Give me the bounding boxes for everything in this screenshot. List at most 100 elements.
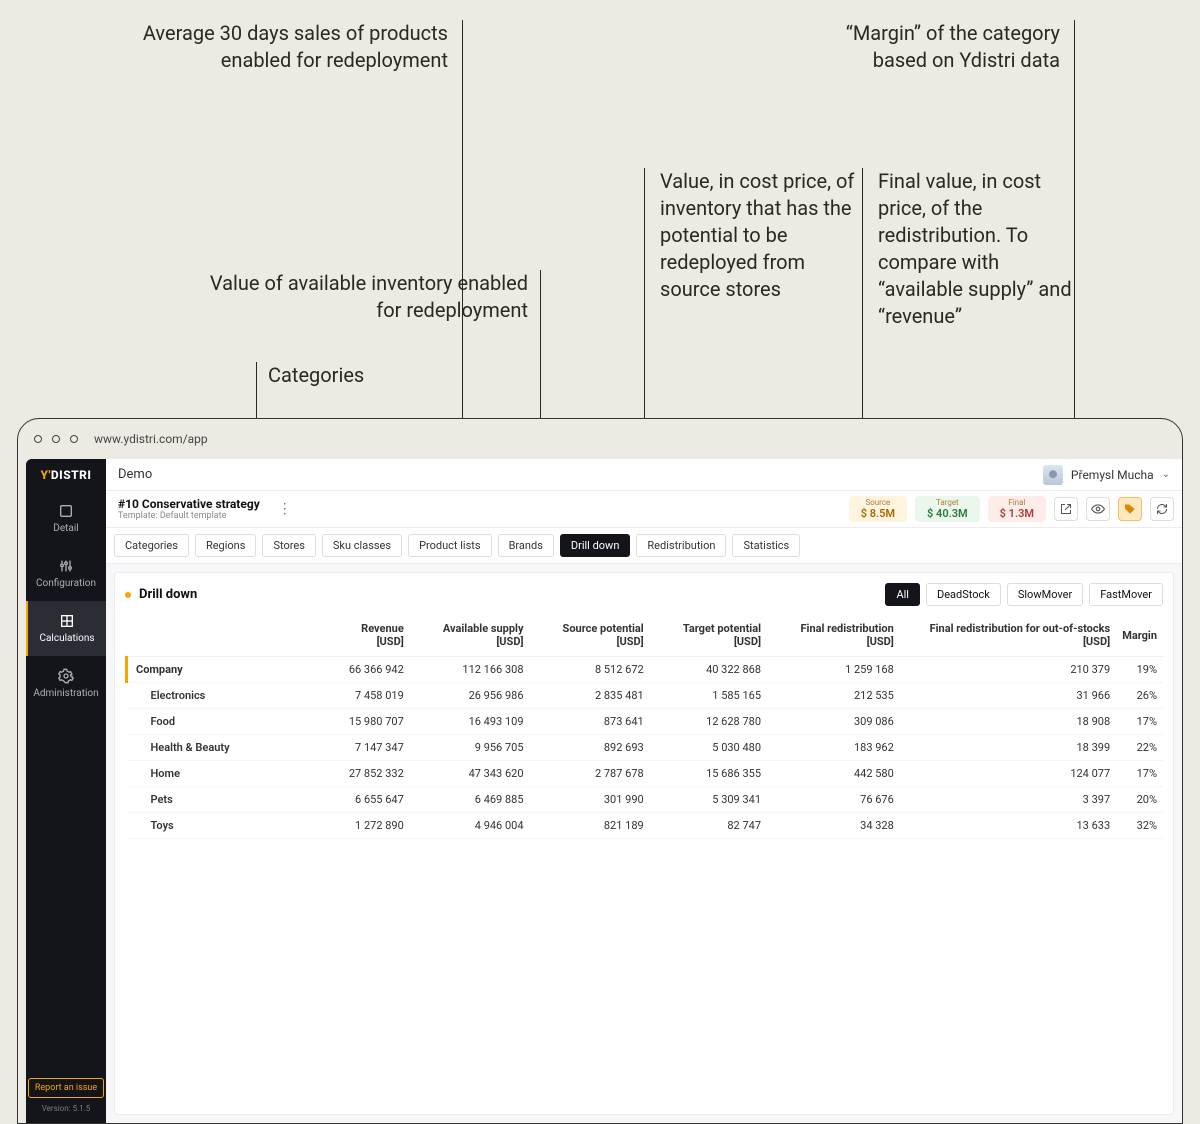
cell-label: Food [127,709,327,735]
cell-target: 15 686 355 [650,761,767,787]
cell-final_oos: 31 966 [900,683,1116,709]
annotation-categories: Categories [268,362,364,389]
strategy-info: #10 Conservative strategy Template: Defa… [114,495,264,523]
tag-button[interactable] [1118,497,1142,521]
cell-target: 12 628 780 [650,709,767,735]
tab-redistribution[interactable]: Redistribution [636,534,726,557]
cell-label: Health & Beauty [127,735,327,761]
cell-final_oos: 3 397 [900,787,1116,813]
filter-fastmover[interactable]: FastMover [1089,583,1163,606]
metric-value: $ 8.5M [861,507,895,520]
export-button[interactable] [1054,497,1078,521]
table-row[interactable]: Company66 366 942112 166 3088 512 67240 … [127,657,1164,683]
refresh-icon [1156,503,1168,515]
table-row[interactable]: Food15 980 70716 493 109873 64112 628 78… [127,709,1164,735]
cell-margin: 19% [1116,657,1163,683]
cell-supply: 16 493 109 [410,709,530,735]
cell-final: 34 328 [767,813,900,839]
cell-final: 442 580 [767,761,900,787]
annotation-margin: “Margin” of the category based on Ydistr… [760,20,1060,74]
filter-all[interactable]: All [885,583,920,606]
cell-supply: 112 166 308 [410,657,530,683]
tab-statistics[interactable]: Statistics [732,534,800,557]
tab-sku-classes[interactable]: Sku classes [322,534,402,557]
tab-brands[interactable]: Brands [498,534,554,557]
filter-slowmover[interactable]: SlowMover [1007,583,1083,606]
template-value: Default template [160,511,227,521]
report-issue-button[interactable]: Report an issue [28,1078,104,1098]
export-icon [1060,503,1072,515]
cell-supply: 9 956 705 [410,735,530,761]
cell-source: 2 787 678 [530,761,650,787]
strategy-title: #10 Conservative strategy [118,497,260,511]
tab-regions[interactable]: Regions [195,534,257,557]
column-header[interactable]: Source potential [USD] [530,614,650,657]
table-row[interactable]: Electronics7 458 01926 956 9862 835 4811… [127,683,1164,709]
panel-title: Drill down [139,587,197,602]
table-row[interactable]: Health & Beauty7 147 3479 956 705892 693… [127,735,1164,761]
cell-source: 301 990 [530,787,650,813]
column-header[interactable]: Margin [1116,614,1163,657]
cell-target: 82 747 [650,813,767,839]
chevron-down-icon: ⌄ [1162,469,1170,480]
cell-final: 76 676 [767,787,900,813]
cell-final: 212 535 [767,683,900,709]
cell-source: 8 512 672 [530,657,650,683]
strategy-bar: #10 Conservative strategy Template: Defa… [106,491,1182,528]
tab-categories[interactable]: Categories [114,534,189,557]
filter-bar: All DeadStock SlowMover FastMover [885,583,1163,606]
metric-target: Target $ 40.3M [915,496,980,522]
eye-icon [1091,502,1105,516]
app-root: Y'DISTRI Detail Configuration Calculatio… [26,459,1182,1123]
column-header[interactable]: Target potential [USD] [650,614,767,657]
user-menu[interactable]: Přemysl Mucha ⌄ [1043,465,1170,485]
sidebar-item-detail[interactable]: Detail [26,491,106,546]
brand-logo: Y'DISTRI [26,459,106,491]
tab-drill-down[interactable]: Drill down [560,534,631,557]
sidebar-item-calculations[interactable]: Calculations [26,601,106,656]
cell-revenue: 7 458 019 [327,683,410,709]
column-header[interactable]: Final redistribution for out-of-stocks [… [900,614,1116,657]
visibility-button[interactable] [1086,497,1110,521]
column-header[interactable]: Available supply [USD] [410,614,530,657]
gear-icon [58,668,74,684]
cell-revenue: 7 147 347 [327,735,410,761]
sidebar-item-administration[interactable]: Administration [26,656,106,711]
column-header[interactable]: Final redistribution [USD] [767,614,900,657]
template-label: Template: [118,511,158,521]
cell-label: Pets [127,787,327,813]
cell-revenue: 66 366 942 [327,657,410,683]
more-menu-button[interactable]: ⋮ [272,501,298,517]
sidebar-item-label: Administration [33,688,98,699]
page-title: Demo [118,467,152,482]
refresh-button[interactable] [1150,497,1174,521]
tab-stores[interactable]: Stores [262,534,315,557]
filter-deadstock[interactable]: DeadStock [926,583,1001,606]
cell-final_oos: 13 633 [900,813,1116,839]
table-row[interactable]: Pets6 655 6476 469 885301 9905 309 34176… [127,787,1164,813]
panel-bullet-icon [125,592,131,598]
cell-target: 1 585 165 [650,683,767,709]
sidebar-item-label: Calculations [39,633,94,644]
cell-final_oos: 18 908 [900,709,1116,735]
metric-source: Source $ 8.5M [849,496,907,522]
column-header[interactable]: Revenue [USD] [327,614,410,657]
column-header[interactable] [127,614,327,657]
cell-label: Company [127,657,327,683]
detail-icon [58,503,74,519]
drilldown-panel: Drill down All DeadStock SlowMover FastMove… [114,572,1174,1115]
metric-label: Final [1000,498,1034,507]
table-row[interactable]: Home27 852 33247 343 6202 787 67815 686 … [127,761,1164,787]
cell-label: Home [127,761,327,787]
tab-product-lists[interactable]: Product lists [408,534,492,557]
topbar: Demo Přemysl Mucha ⌄ [106,459,1182,491]
tag-icon [1124,503,1136,515]
annotation-supply: Value of available inventory enabled for… [208,270,528,324]
cell-revenue: 15 980 707 [327,709,410,735]
table-row[interactable]: Toys1 272 8904 946 004821 18982 74734 32… [127,813,1164,839]
cell-revenue: 27 852 332 [327,761,410,787]
sidebar-item-configuration[interactable]: Configuration [26,546,106,601]
sidebar-item-label: Configuration [36,578,96,589]
metric-value: $ 1.3M [1000,507,1034,520]
cell-margin: 32% [1116,813,1163,839]
